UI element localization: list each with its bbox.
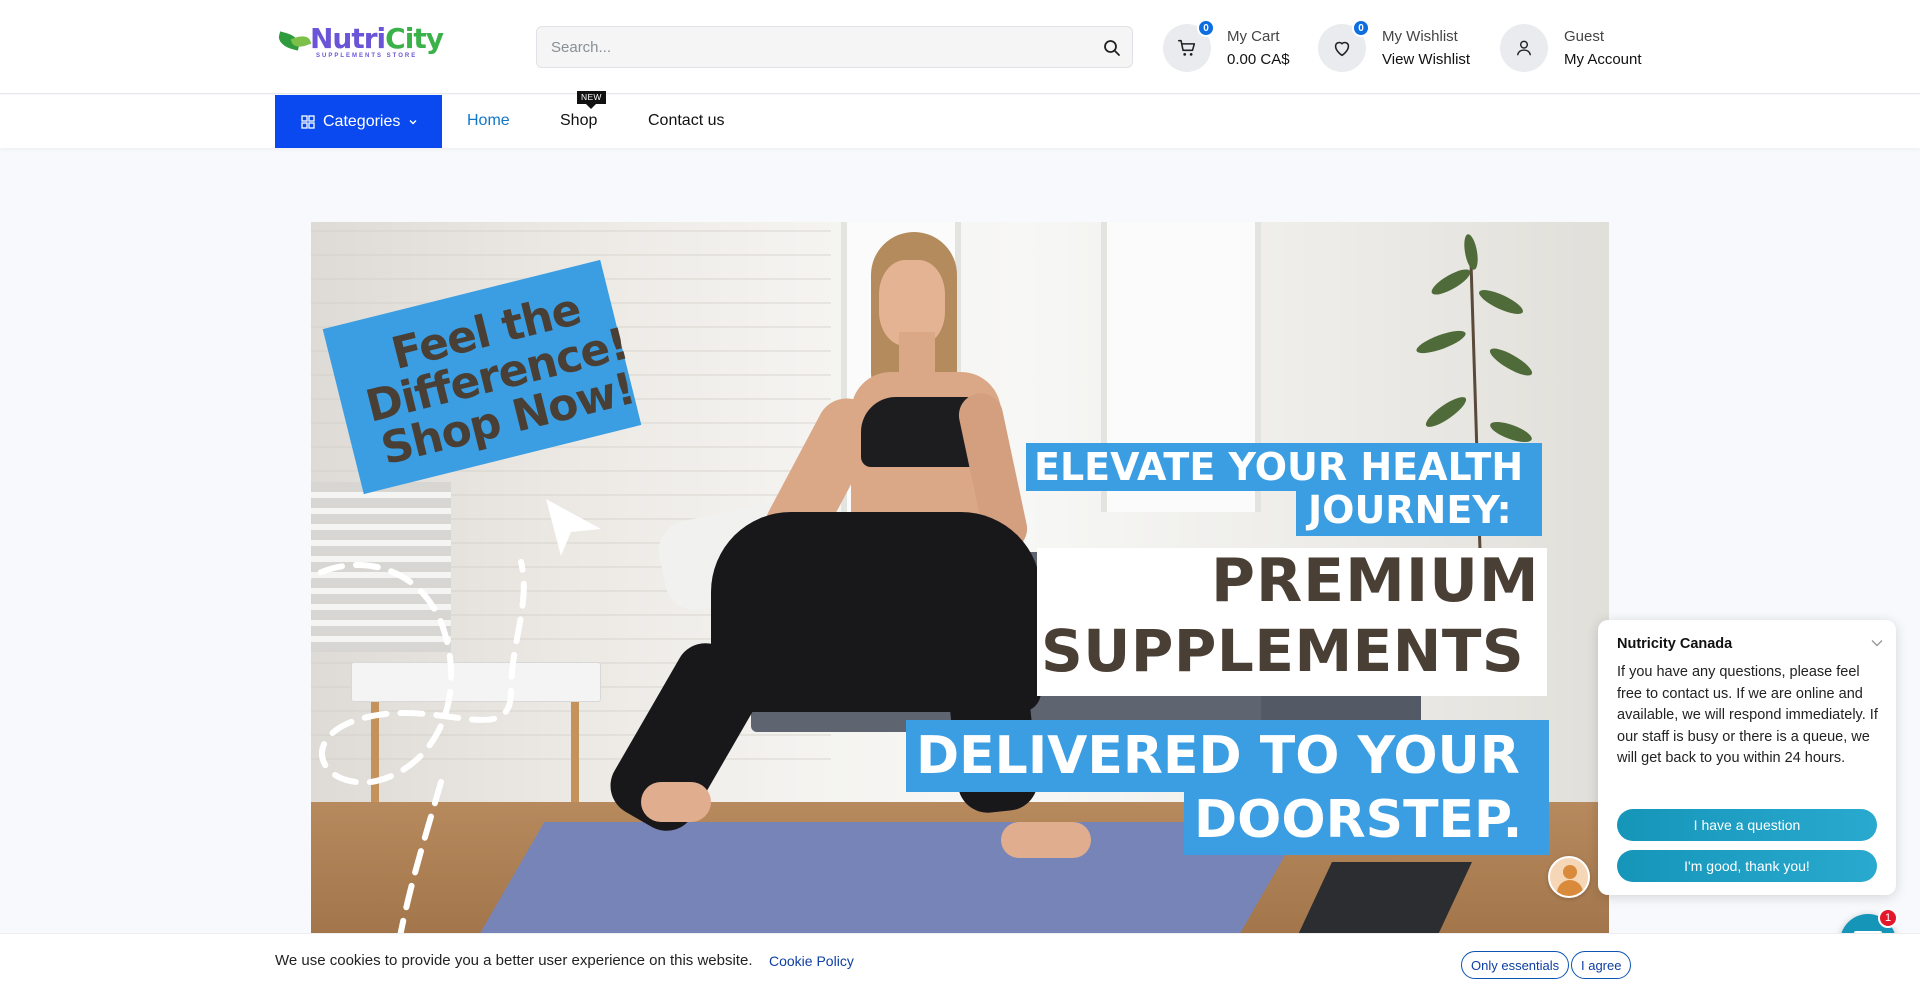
cart-count-badge: 0 xyxy=(1197,19,1215,37)
hero-banner[interactable]: Feel the Difference! Shop Now! ELEVATE Y… xyxy=(311,222,1609,934)
account-button[interactable] xyxy=(1500,24,1548,72)
wishlist-widget[interactable]: 0 My Wishlist View Wishlist xyxy=(1318,19,1470,72)
wishlist-label: My Wishlist xyxy=(1382,28,1458,45)
nav-link-home[interactable]: Home xyxy=(467,112,510,130)
cookie-banner: We use cookies to provide you a better u… xyxy=(0,933,1920,993)
chat-title: Nutricity Canada xyxy=(1617,636,1733,652)
site-header: NutriCity SUPPLEMENTS STORE 0 My Cart 0.… xyxy=(0,0,1920,94)
cart-total[interactable]: 0.00 CA$ xyxy=(1227,48,1290,71)
wishlist-count-badge: 0 xyxy=(1352,19,1370,37)
chat-popup: Nutricity Canada If you have any questio… xyxy=(1598,620,1896,895)
cart-widget[interactable]: 0 My Cart 0.00 CA$ xyxy=(1163,19,1290,72)
chevron-down-icon xyxy=(409,119,417,124)
search-icon[interactable] xyxy=(1102,38,1122,58)
account-widget[interactable]: Guest My Account xyxy=(1500,24,1642,72)
heart-icon xyxy=(1334,41,1350,57)
im-good-thank-you-button[interactable]: I'm good, thank you! xyxy=(1617,850,1877,882)
categories-label: Categories xyxy=(323,112,401,130)
nav-link-shop[interactable]: Shop xyxy=(560,112,597,130)
woman-figure xyxy=(641,782,711,822)
chevron-down-icon[interactable] xyxy=(1870,636,1884,650)
site-logo[interactable]: NutriCity SUPPLEMENTS STORE xyxy=(276,24,446,64)
i-have-a-question-button[interactable]: I have a question xyxy=(1617,809,1877,841)
my-account-link[interactable]: My Account xyxy=(1564,48,1642,71)
search-bar xyxy=(536,26,1133,68)
grid-icon xyxy=(301,114,315,129)
account-user-label: Guest xyxy=(1564,28,1605,45)
premium-text-line-2: SUPPLEMENTS xyxy=(1041,617,1525,685)
view-wishlist-link[interactable]: View Wishlist xyxy=(1382,48,1470,71)
cart-button[interactable]: 0 xyxy=(1163,19,1215,72)
i-agree-button[interactable]: I agree xyxy=(1571,951,1632,979)
chat-message: If you have any questions, please feel f… xyxy=(1617,664,1878,766)
chat-agent-avatar xyxy=(1548,856,1590,898)
nav-link-contact[interactable]: Contact us xyxy=(648,112,724,130)
cookie-text: We use cookies to provide you a better u… xyxy=(275,952,753,969)
cookie-policy-link[interactable]: Cookie Policy xyxy=(769,953,854,969)
woman-figure xyxy=(1001,822,1091,858)
arrow-decoration xyxy=(546,499,601,556)
user-icon xyxy=(1517,40,1531,56)
logo-wordmark: NutriCity xyxy=(310,22,444,55)
search-input[interactable] xyxy=(537,27,1132,67)
new-badge: NEW xyxy=(577,91,606,109)
only-essentials-button[interactable]: Only essentials xyxy=(1461,951,1570,979)
cart-icon xyxy=(1177,39,1196,56)
headline-line-1: ELEVATE YOUR HEALTH xyxy=(1026,443,1542,491)
logo-tagline: SUPPLEMENTS STORE xyxy=(316,53,418,59)
premium-text-line-1: PREMIUM xyxy=(1211,546,1540,616)
delivered-line-2: DOORSTEP. xyxy=(1184,785,1549,855)
delivered-line-1: DELIVERED TO YOUR xyxy=(906,720,1549,792)
categories-button[interactable]: Categories xyxy=(275,95,442,148)
leaf-icon xyxy=(276,24,316,54)
wishlist-button[interactable]: 0 xyxy=(1318,19,1370,72)
main-nav: Categories Home NEW Shop Contact us xyxy=(0,91,1920,148)
cart-label: My Cart xyxy=(1227,28,1280,45)
headline-line-2: JOURNEY: xyxy=(1296,486,1542,536)
unread-count-badge: 1 xyxy=(1878,908,1898,928)
